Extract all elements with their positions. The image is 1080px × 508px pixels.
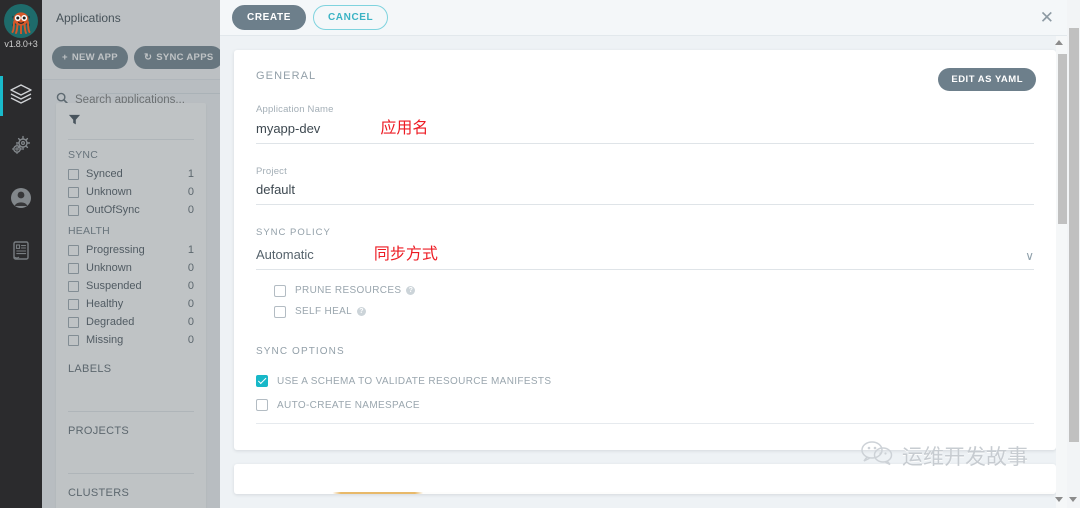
help-icon[interactable]: ? bbox=[406, 286, 416, 295]
sync-options-group: USE A SCHEMA TO VALIDATE RESOURCE MANIFE… bbox=[256, 369, 1034, 424]
argocd-logo-block: v1.8.0+3 bbox=[0, 0, 42, 56]
auto-create-namespace-option[interactable]: AUTO-CREATE NAMESPACE bbox=[256, 393, 1034, 417]
scroll-up-arrow-icon[interactable] bbox=[1055, 40, 1063, 45]
annotation-application-name: 应用名 bbox=[380, 118, 429, 137]
panel-toolbar: CREATE CANCEL ✕ bbox=[220, 0, 1080, 36]
nav-documentation[interactable] bbox=[0, 226, 42, 278]
page-scroll-down-arrow-icon[interactable] bbox=[1069, 497, 1077, 502]
argocd-octopus-logo-icon bbox=[4, 4, 38, 38]
help-icon[interactable]: ? bbox=[357, 307, 367, 316]
user-icon bbox=[8, 185, 34, 216]
checkbox-icon[interactable] bbox=[256, 375, 268, 387]
application-name-field[interactable]: Application Name myapp-dev 应用名 bbox=[256, 104, 1034, 144]
sync-options-label: SYNC OPTIONS bbox=[256, 346, 345, 357]
sync-policy-field[interactable]: SYNC POLICY Automatic 同步方式 ∨ bbox=[256, 227, 1034, 270]
version-label: v1.8.0+3 bbox=[4, 39, 38, 49]
source-card-partial bbox=[234, 464, 1056, 494]
annotation-sync-policy: 同步方式 bbox=[373, 244, 438, 263]
page-scrollbar[interactable] bbox=[1067, 0, 1080, 508]
edit-as-yaml-button[interactable]: EDIT AS YAML bbox=[938, 68, 1036, 91]
close-icon[interactable]: ✕ bbox=[1040, 9, 1054, 26]
use-schema-option[interactable]: USE A SCHEMA TO VALIDATE RESOURCE MANIFE… bbox=[256, 369, 1034, 393]
nav-settings[interactable] bbox=[0, 122, 42, 174]
auto-create-namespace-label: AUTO-CREATE NAMESPACE bbox=[277, 399, 420, 411]
modal-scrim[interactable] bbox=[42, 0, 220, 508]
argocd-create-application-screen: v1.8.0+3 Applications + NEW APP ↻ SYNC A… bbox=[0, 0, 1080, 508]
application-name-label: Application Name bbox=[256, 104, 334, 115]
sync-policy-label: SYNC POLICY bbox=[256, 227, 331, 238]
nav-rail: v1.8.0+3 bbox=[0, 0, 42, 508]
checkbox-icon[interactable] bbox=[274, 305, 286, 318]
general-card: EDIT AS YAML GENERAL Application Name my… bbox=[234, 50, 1056, 450]
checkbox-icon[interactable] bbox=[256, 399, 268, 411]
sync-policy-value: Automatic bbox=[256, 247, 314, 262]
project-value: default bbox=[256, 182, 296, 197]
page-scrollbar-thumb[interactable] bbox=[1069, 28, 1079, 442]
gears-icon bbox=[8, 133, 34, 164]
nav-user-info[interactable] bbox=[0, 174, 42, 226]
application-name-value: myapp-dev bbox=[256, 121, 321, 136]
nav-rail-items bbox=[0, 70, 42, 278]
book-icon bbox=[9, 238, 33, 267]
panel-body: EDIT AS YAML GENERAL Application Name my… bbox=[220, 36, 1080, 508]
project-label: Project bbox=[256, 166, 287, 177]
scroll-down-arrow-icon[interactable] bbox=[1055, 497, 1063, 502]
create-button[interactable]: CREATE bbox=[232, 5, 306, 30]
checkbox-icon[interactable] bbox=[274, 284, 286, 297]
project-field[interactable]: Project default bbox=[256, 166, 1034, 205]
prune-resources-option[interactable]: PRUNE RESOURCES ? bbox=[274, 280, 1034, 301]
general-section-label: GENERAL bbox=[256, 70, 317, 82]
stub-accent-bar bbox=[234, 492, 1056, 494]
chevron-down-icon[interactable]: ∨ bbox=[1025, 250, 1034, 262]
layers-icon bbox=[8, 81, 34, 112]
prune-resources-label: PRUNE RESOURCES bbox=[295, 285, 402, 296]
create-application-panel: CREATE CANCEL ✕ EDIT AS YAML GENERAL App… bbox=[220, 0, 1080, 508]
panel-scrollbar-thumb[interactable] bbox=[1058, 54, 1067, 224]
cancel-button[interactable]: CANCEL bbox=[312, 5, 389, 30]
nav-applications[interactable] bbox=[0, 70, 42, 122]
self-heal-label: SELF HEAL bbox=[295, 306, 353, 317]
self-heal-option[interactable]: SELF HEAL ? bbox=[274, 301, 1034, 322]
use-schema-label: USE A SCHEMA TO VALIDATE RESOURCE MANIFE… bbox=[277, 375, 552, 387]
